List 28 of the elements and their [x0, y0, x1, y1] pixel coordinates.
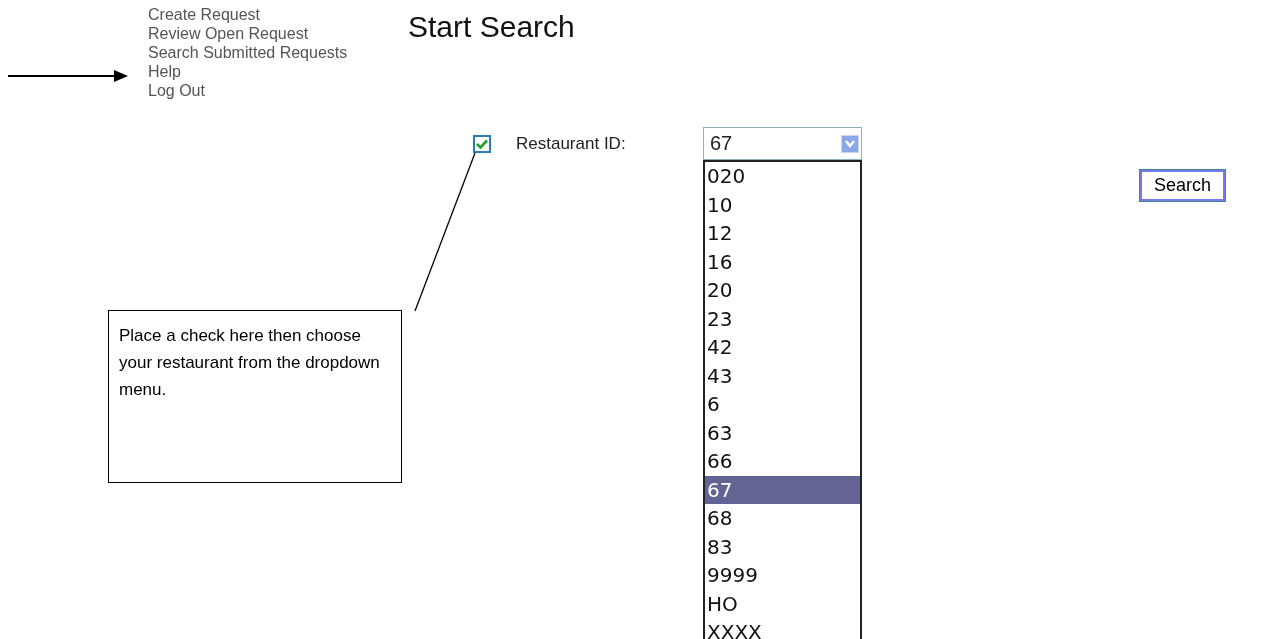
page-heading: Start Search — [408, 9, 575, 45]
nav-link[interactable]: Review Open Request — [148, 24, 408, 43]
search-button[interactable]: Search — [1140, 170, 1226, 201]
dropdown-option[interactable]: 20 — [705, 276, 860, 305]
dropdown-option[interactable]: 23 — [705, 304, 860, 333]
dropdown-option[interactable]: 020 — [705, 162, 860, 191]
dropdown-option[interactable]: 66 — [705, 447, 860, 476]
dropdown-option[interactable]: 12 — [705, 219, 860, 248]
dropdown-option[interactable]: 9999 — [705, 561, 860, 590]
checkbox[interactable] — [473, 135, 491, 153]
dropdown-field[interactable]: 67 — [703, 127, 862, 160]
dropdown-option[interactable]: 16 — [705, 247, 860, 276]
dropdown-option[interactable]: 67 — [705, 475, 860, 504]
nav-link[interactable]: Log Out — [148, 81, 408, 100]
nav-link[interactable]: Search Submitted Requests — [148, 43, 408, 62]
dropdown-option[interactable]: 68 — [705, 504, 860, 533]
nav-link[interactable]: Help — [148, 62, 408, 81]
dropdown-option[interactable]: XXXX — [705, 618, 860, 639]
dropdown-option[interactable]: 6 — [705, 390, 860, 419]
dropdown-option[interactable]: 42 — [705, 333, 860, 362]
dropdown-option[interactable]: 10 — [705, 190, 860, 219]
dropdown-option[interactable]: 63 — [705, 418, 860, 447]
nav-link[interactable]: Create Request — [148, 5, 408, 24]
dropdown-option[interactable]: HO — [705, 589, 860, 618]
dropdown-option[interactable]: 43 — [705, 361, 860, 390]
field-label: Restaurant ID: — [516, 134, 627, 154]
callout-text: Place a check here then choose your restaurant from the dropdown menu. — [108, 310, 402, 483]
dropdown-option[interactable]: 83 — [705, 532, 860, 561]
